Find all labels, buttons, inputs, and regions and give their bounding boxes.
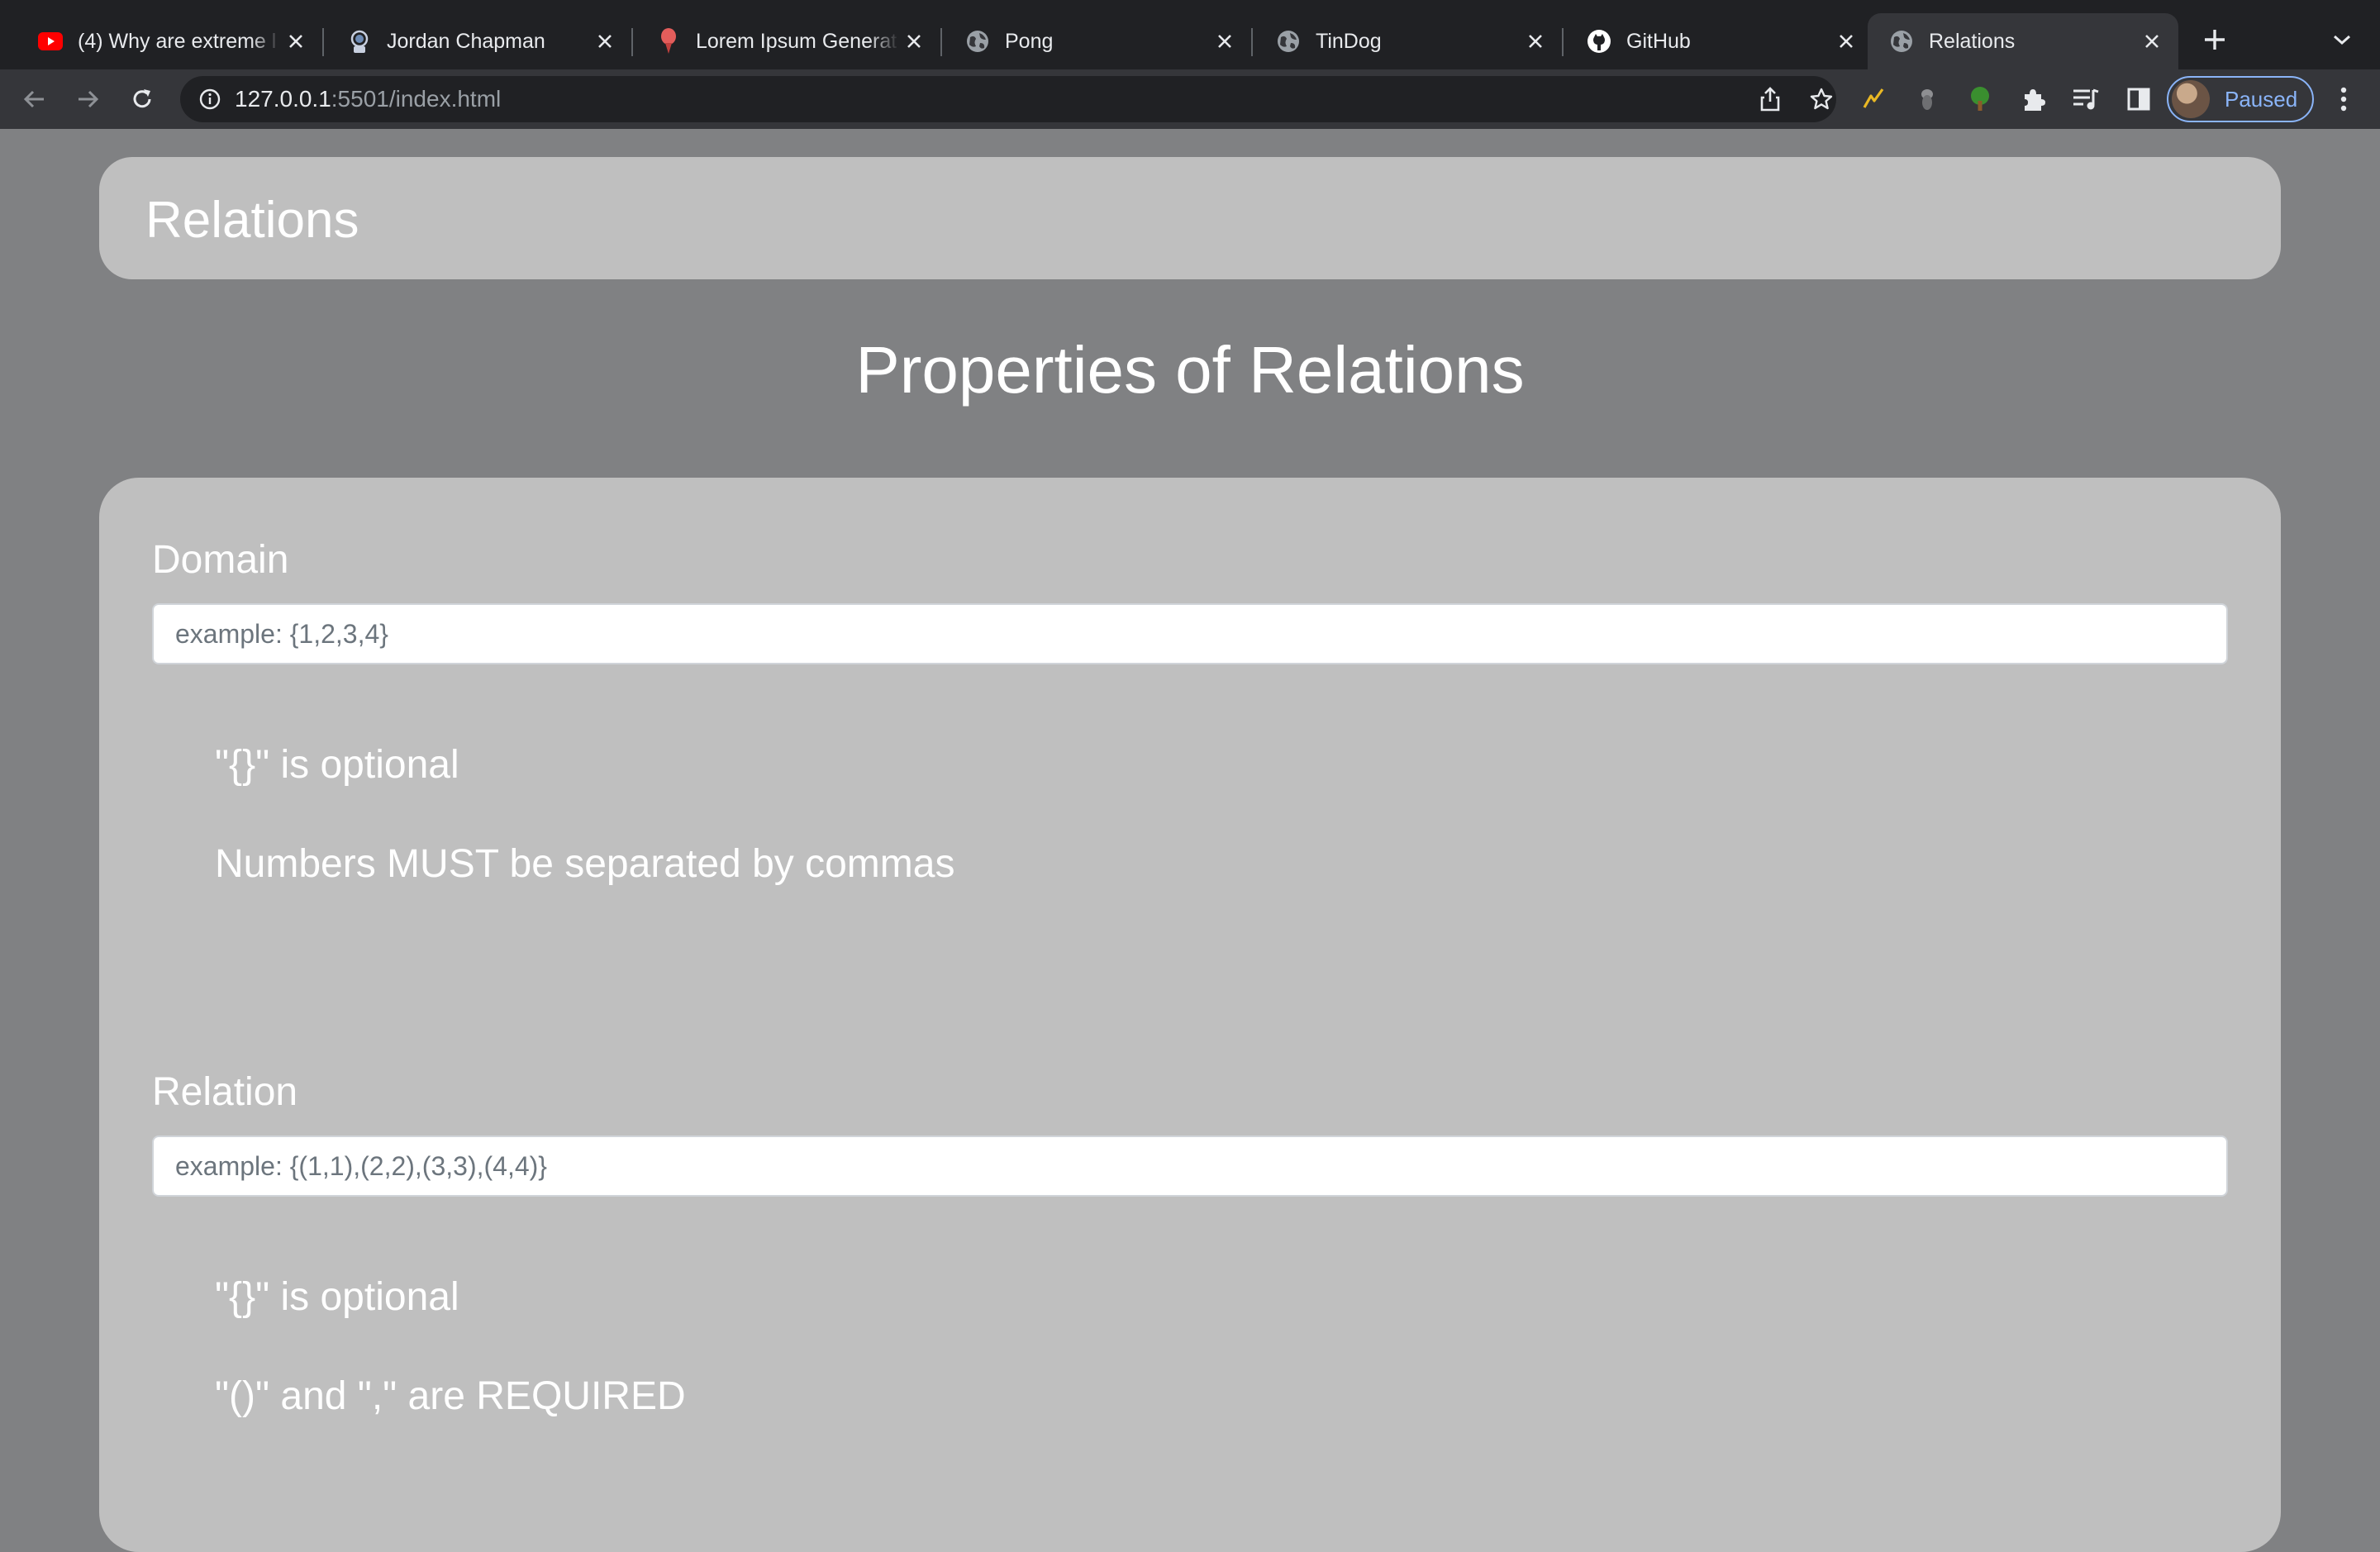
tab-title: GitHub [1626,29,1691,53]
globe-icon [965,29,990,54]
close-icon[interactable] [590,26,620,56]
tab-tindog[interactable]: TinDog [1254,13,1562,69]
pin-icon [656,28,681,54]
tab-separator [1562,28,1564,56]
relation-hint-braces: "{}" is optional [215,1275,459,1319]
tab-title: TinDog [1316,29,1382,53]
profile-button[interactable]: Paused [2167,76,2314,122]
tab-separator [940,28,942,56]
tree-extension-icon[interactable] [1962,81,1998,117]
url-path: :5501/index.html [331,86,502,112]
chevron-down-icon [2334,35,2350,45]
info-icon[interactable] [197,86,223,112]
tab-lorem-ipsum[interactable]: Lorem Ipsum Generat [635,13,940,69]
close-icon[interactable] [281,26,311,56]
tab-separator [322,28,324,56]
close-icon[interactable] [899,26,929,56]
profile-status: Paused [2225,86,2298,112]
lightning-extension-icon[interactable] [1856,81,1892,117]
astronaut-icon [347,29,372,54]
share-icon[interactable] [1755,84,1785,114]
reload-button[interactable] [124,81,160,117]
close-icon[interactable] [1831,26,1861,56]
tab-github[interactable]: GitHub [1565,13,1873,69]
tab-jordan-chapman[interactable]: Jordan Chapman [326,13,631,69]
close-icon[interactable] [1210,26,1240,56]
menu-button[interactable] [2325,81,2362,117]
domain-hint-braces: "{}" is optional [215,743,459,787]
forward-button[interactable] [69,81,106,117]
navbar: Relations [99,157,2281,279]
tab-title: (4) Why are extreme l [78,29,277,53]
side-panel-icon[interactable] [2121,81,2157,117]
domain-hint-commas: Numbers MUST be separated by commas [215,842,955,886]
acorn-extension-icon[interactable] [1909,81,1945,117]
new-tab-button[interactable] [2198,23,2231,56]
page-title: Properties of Relations [855,333,1525,407]
close-icon[interactable] [1521,26,1550,56]
input-card: Domain "{}" is optional Numbers MUST be … [99,478,2281,1552]
tab-title: Jordan Chapman [387,29,545,53]
kebab-menu-icon [2340,87,2347,112]
tab-title: Relations [1929,29,2016,53]
media-queue-icon[interactable] [2068,81,2104,117]
arrow-left-icon [23,90,44,108]
puzzle-icon[interactable] [2015,81,2051,117]
relation-hint-required: "()" and "," are REQUIRED [215,1374,686,1418]
github-icon [1587,29,1611,54]
page-viewport: Relations Properties of Relations Domain… [0,129,2380,1552]
address-bar[interactable]: 127.0.0.1:5501/index.html [180,76,1836,122]
url-text: 127.0.0.1:5501/index.html [235,76,501,122]
tab-separator [631,28,633,56]
back-button[interactable] [17,81,53,117]
bookmark-star-icon[interactable] [1806,84,1836,114]
close-icon[interactable] [2137,26,2167,56]
tab-relations[interactable]: Relations [1868,13,2178,69]
tab-youtube[interactable]: (4) Why are extreme l [17,13,322,69]
relation-input[interactable] [152,1135,2228,1197]
plus-icon [2205,30,2225,50]
globe-icon [1276,29,1301,54]
tab-search-button[interactable] [2327,25,2357,55]
reload-icon [133,89,151,108]
tab-title: Pong [1005,29,1054,53]
tab-strip: (4) Why are extreme l Jordan Chapman Lor… [0,0,2380,69]
avatar [2172,80,2210,118]
arrow-right-icon [79,90,99,108]
tab-title: Lorem Ipsum Generat [696,29,897,53]
navbar-brand[interactable]: Relations [145,157,359,279]
url-host: 127.0.0.1 [235,86,331,112]
domain-label: Domain [152,538,289,582]
globe-icon [1889,29,1914,54]
domain-input[interactable] [152,603,2228,664]
tab-separator [1251,28,1253,56]
youtube-icon [38,29,63,54]
tab-pong[interactable]: Pong [944,13,1251,69]
relation-label: Relation [152,1070,298,1114]
